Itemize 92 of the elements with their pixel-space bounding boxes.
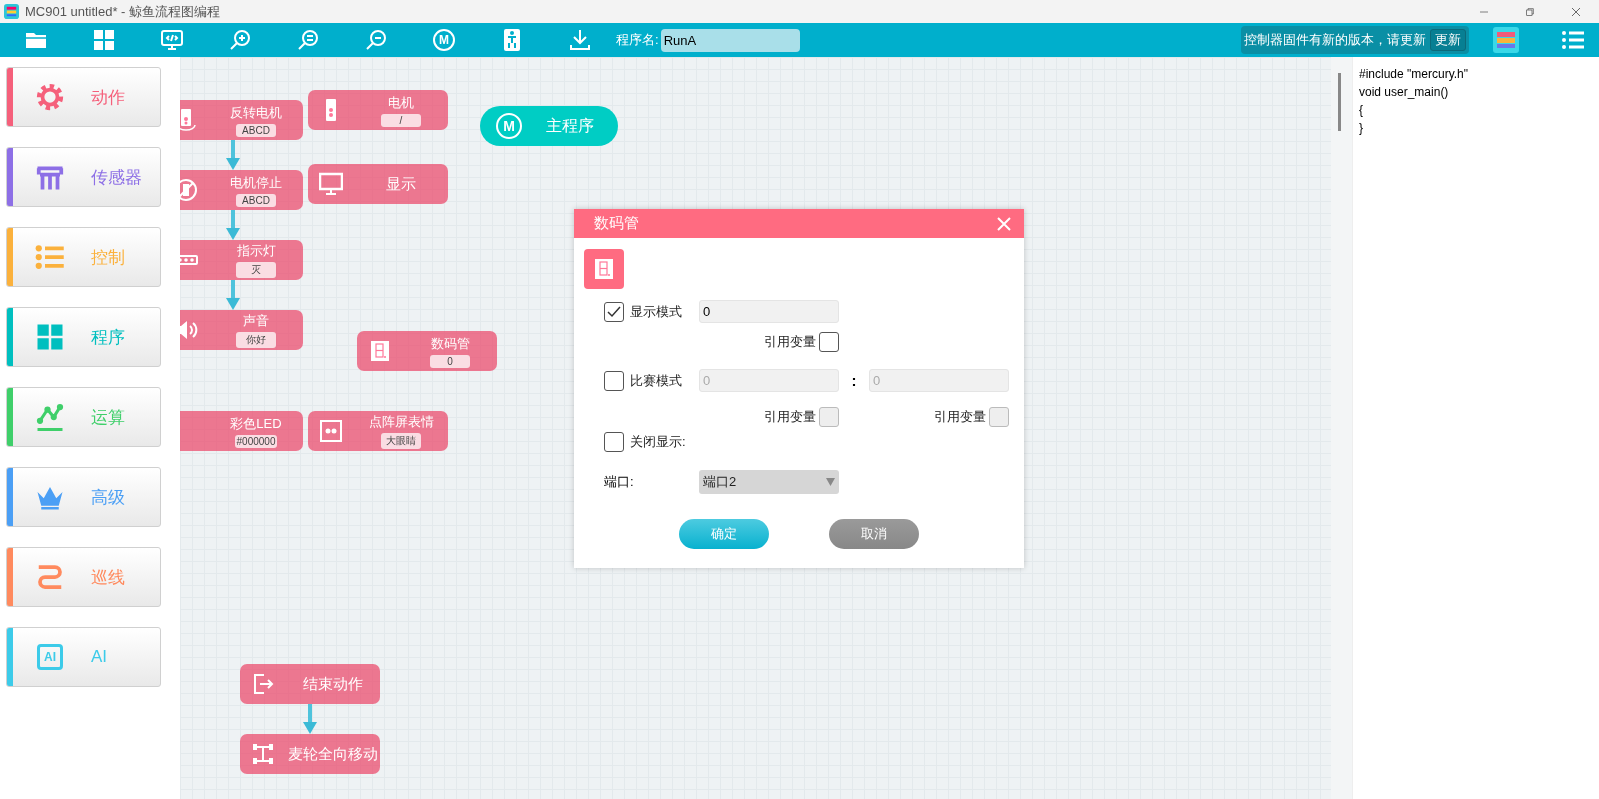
field-label: 显示模式 — [630, 302, 683, 321]
block-title: 电机停止 — [230, 173, 282, 192]
flow-block[interactable]: 显示 — [308, 164, 448, 204]
block-title: 显示 — [386, 174, 416, 194]
block-title: 点阵屏表情 — [368, 413, 434, 431]
flow-block[interactable]: 数码管 0 — [357, 331, 497, 371]
scrollbar[interactable] — [1338, 73, 1341, 131]
confirm-button[interactable]: 确定 — [679, 519, 769, 549]
category-button[interactable]: 巡线 — [6, 547, 161, 607]
field-label: 程序名: — [616, 31, 659, 49]
code-line: } — [1359, 120, 1364, 137]
flow-block[interactable]: 点阵屏表情 大眼睛 — [308, 411, 448, 451]
category-button[interactable]: 控制 — [6, 227, 161, 287]
category-button[interactable]: 高级 — [6, 467, 161, 527]
block-value: ABCD — [236, 123, 276, 137]
block-title: 彩色LED — [230, 414, 282, 433]
block-title: 指示灯 — [236, 242, 276, 260]
menu-icon[interactable] — [1561, 28, 1585, 52]
block-value: 0 — [430, 354, 470, 368]
block-title: 反转电机 — [230, 103, 282, 122]
zoom-reset-icon[interactable] — [296, 28, 320, 52]
gear-icon — [35, 82, 65, 112]
stack-logo-icon[interactable] — [1493, 27, 1519, 53]
flow-block[interactable]: 电机停止 ABCD — [180, 170, 303, 210]
flow-block[interactable]: 麦轮全向移动 — [240, 734, 380, 774]
block-title: 结束动作 — [303, 674, 363, 694]
flow-block[interactable]: 电机 / — [308, 90, 448, 130]
checkbox[interactable] — [819, 332, 839, 352]
curve-icon — [35, 562, 65, 592]
block-value: / — [381, 113, 421, 127]
download-icon[interactable] — [568, 28, 592, 52]
category-button[interactable]: 程序 — [6, 307, 161, 367]
checkbox[interactable] — [604, 301, 624, 322]
exit-icon — [251, 672, 275, 696]
flow-block[interactable]: 彩色LED #000000 — [180, 411, 303, 451]
code-line: { — [1359, 102, 1364, 119]
category-button[interactable]: 运算 — [6, 387, 161, 447]
field-label: 引用变量 — [764, 408, 816, 426]
code-monitor-icon[interactable] — [160, 28, 184, 52]
window-title: MC901 untitled* - 鲸鱼流程图编程 — [25, 2, 222, 21]
block-title: 电机 — [388, 93, 414, 112]
block-value: #000000 — [234, 434, 278, 448]
program-name-field[interactable]: RunA — [660, 28, 800, 52]
flow-block[interactable]: 指示灯 灭 — [180, 240, 303, 280]
list-icon — [35, 242, 65, 272]
face-panel-icon — [319, 419, 343, 443]
main-program-node[interactable]: M 主程序 — [480, 106, 618, 146]
zoom-out-icon[interactable] — [364, 28, 388, 52]
field-label: 引用变量 — [934, 408, 986, 426]
grid-icon — [35, 322, 65, 352]
block-value: ABCD — [236, 193, 276, 207]
block-value: 灭 — [236, 262, 276, 278]
field-label: 引用变量 — [764, 333, 816, 351]
flow-block[interactable]: 反转电机 ABCD — [180, 100, 303, 140]
digit-icon — [368, 339, 392, 363]
dialog-title: 数码管 — [594, 214, 640, 233]
category-button[interactable]: 传感器 — [6, 147, 161, 207]
flow-block[interactable]: 声音 你好 — [180, 310, 303, 350]
block-title: 数码管 — [430, 334, 470, 353]
input-field[interactable]: 0 — [699, 300, 839, 323]
block-title: 麦轮全向移动 — [288, 744, 378, 764]
port-dropdown[interactable]: 端口2 — [699, 470, 839, 494]
colon-separator: : — [850, 372, 858, 389]
chassis-icon — [251, 742, 275, 766]
grid-icon[interactable] — [92, 28, 116, 52]
category-button[interactable]: 动作 — [6, 67, 161, 127]
graph-icon — [35, 402, 65, 432]
checkbox[interactable] — [604, 432, 624, 452]
app-logo-icon — [4, 4, 19, 19]
field-label: 比赛模式 — [630, 371, 683, 390]
block-value: 你好 — [236, 332, 276, 348]
flow-block[interactable]: 结束动作 — [240, 664, 380, 704]
zoom-in-icon[interactable] — [228, 28, 252, 52]
checkbox[interactable] — [604, 370, 624, 391]
ai-icon: AI — [37, 644, 63, 670]
circle-letter-icon[interactable]: M — [433, 29, 455, 51]
category-button[interactable]: AI AI — [6, 627, 161, 687]
notice-text: 控制器固件有新的版本，请更新 — [1244, 31, 1426, 49]
field-label: 端口: — [604, 473, 635, 491]
node-label: 主程序 — [546, 115, 594, 136]
cancel-button[interactable]: 取消 — [829, 519, 919, 549]
digit-icon — [592, 257, 616, 281]
update-button[interactable]: 更新 — [1430, 29, 1466, 51]
circle-letter-icon: M — [496, 113, 522, 139]
close-icon[interactable] — [996, 215, 1012, 232]
block-title: 声音 — [243, 312, 269, 330]
block-value: 大眼睛 — [381, 433, 421, 449]
code-line: void user_main() — [1359, 84, 1450, 101]
monitor-icon — [319, 172, 343, 196]
code-line: #include "mercury.h" — [1359, 66, 1469, 83]
field-label: 关闭显示: — [630, 433, 687, 451]
dropdown-arrow-icon — [826, 478, 835, 486]
